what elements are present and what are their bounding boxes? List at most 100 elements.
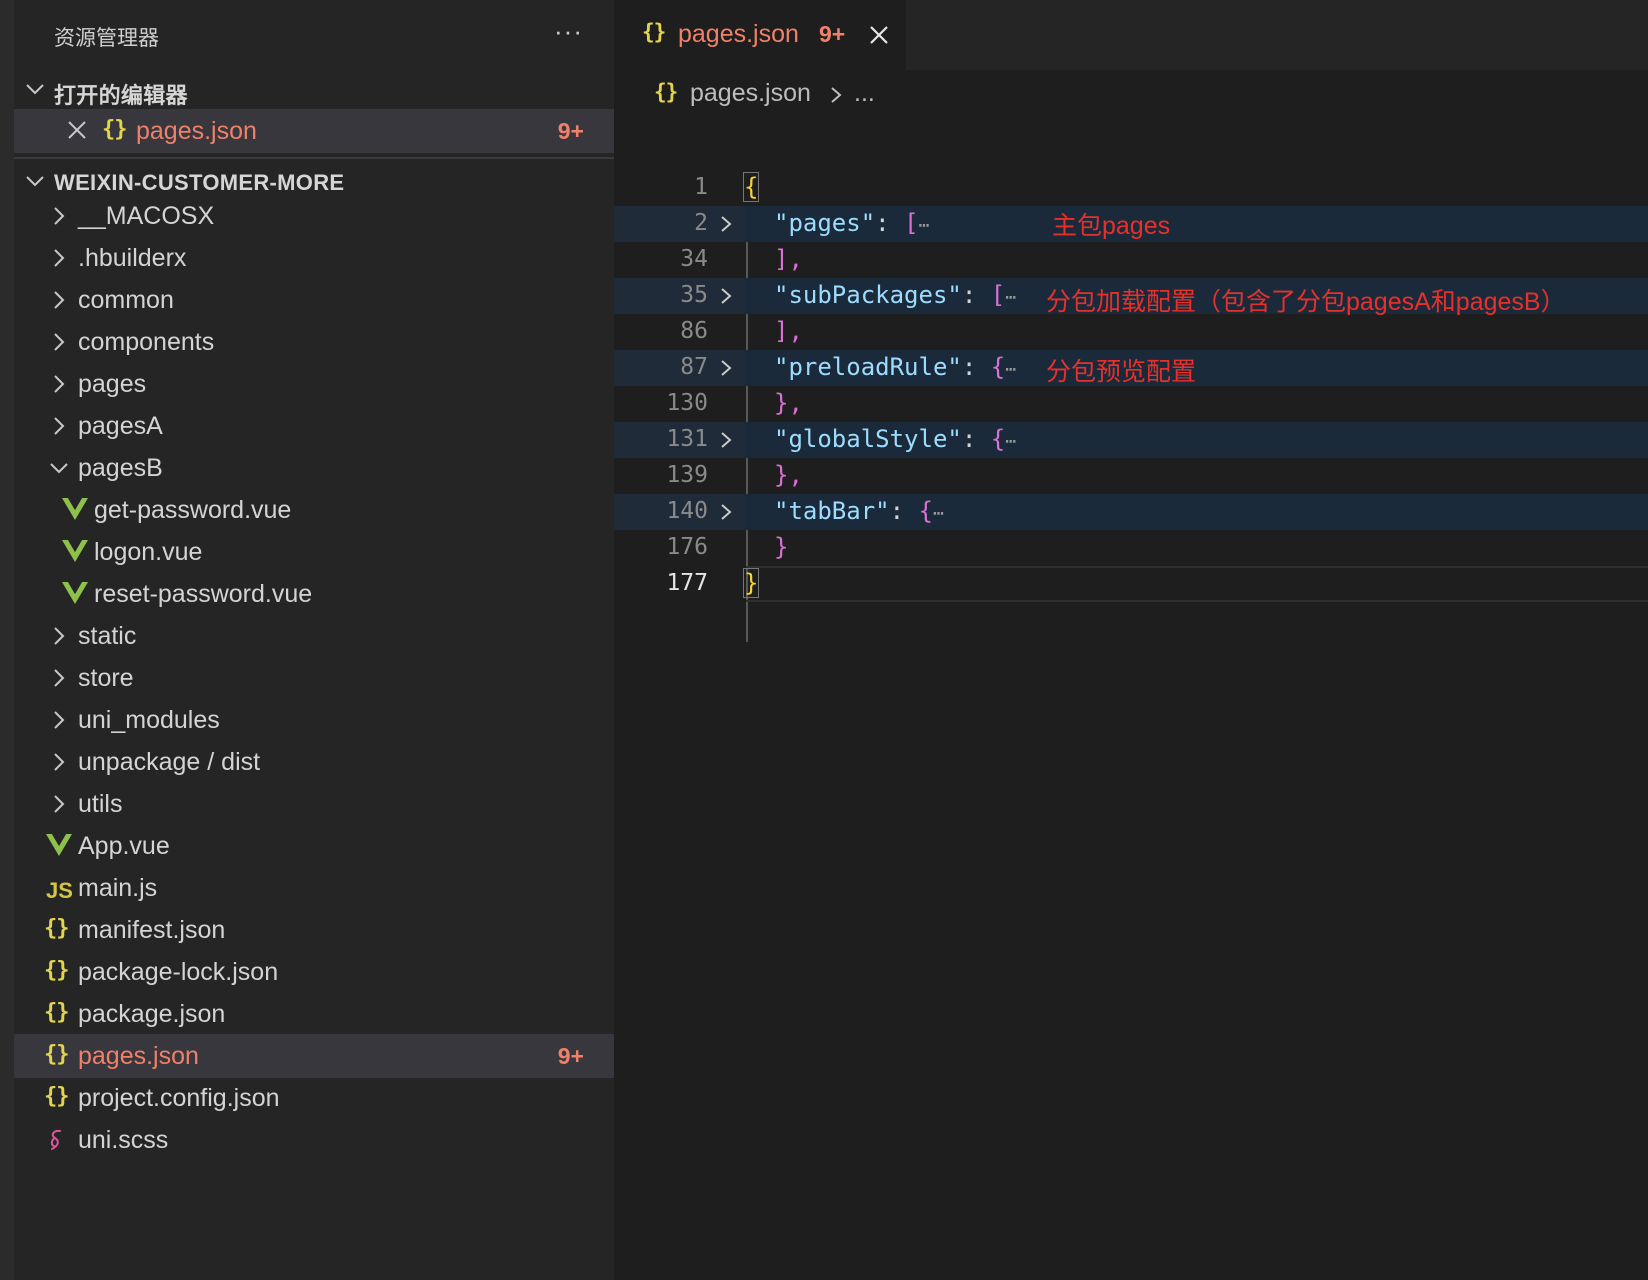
file-item[interactable]: App.vue <box>14 824 614 868</box>
folder-item-expanded[interactable]: pagesB <box>14 446 614 490</box>
folder-item[interactable]: __MACOSX <box>14 194 614 238</box>
vue-icon <box>46 834 72 856</box>
close-icon[interactable] <box>66 119 88 141</box>
open-editors-label: 打开的编辑器 <box>54 83 188 108</box>
file-name: project.config.json <box>78 1084 280 1112</box>
folder-item[interactable]: store <box>14 656 614 700</box>
line-number: 130 <box>666 390 708 416</box>
line-number: 34 <box>680 246 708 272</box>
folder-item[interactable]: common <box>14 278 614 322</box>
json-file-icon: {} <box>44 958 69 983</box>
code-line: 130 }, <box>614 386 1648 422</box>
annotation-text: 分包预览配置 <box>1046 358 1197 386</box>
fold-chevron-icon[interactable] <box>716 430 736 450</box>
javascript-icon: JS <box>46 878 73 903</box>
file-item[interactable]: reset-password.vue <box>14 572 614 616</box>
folder-item[interactable]: utils <box>14 782 614 826</box>
open-editors-section-header[interactable]: 打开的编辑器 <box>14 70 614 110</box>
code-line-current: 177 } <box>614 566 1648 602</box>
code-text: "preloadRule": {⋯ <box>774 353 1017 381</box>
tab-pages-json[interactable]: {} pages.json 9+ <box>614 0 906 70</box>
explorer-sidebar: 资源管理器 ··· 打开的编辑器 {} pages.json 9+ WEIXIN… <box>14 0 614 1280</box>
json-file-icon: {} <box>44 1000 69 1025</box>
folder-item[interactable]: components <box>14 320 614 364</box>
line-number: 2 <box>694 210 708 236</box>
file-item[interactable]: uni.scss <box>14 1118 614 1162</box>
fold-chevron-icon[interactable] <box>716 286 736 306</box>
folder-name: static <box>78 622 137 650</box>
vue-icon <box>62 498 88 520</box>
folder-item[interactable]: static <box>14 614 614 658</box>
chevron-down-icon <box>26 84 44 95</box>
breadcrumb: {} pages.json ... <box>614 70 1648 118</box>
folder-name: common <box>78 286 174 314</box>
file-name: logon.vue <box>94 538 203 566</box>
code-line: 176 } <box>614 530 1648 566</box>
open-editor-item[interactable]: {} pages.json 9+ <box>14 109 614 153</box>
code-line: 86 ], <box>614 314 1648 350</box>
vue-icon <box>62 540 88 562</box>
folder-item[interactable]: pagesA <box>14 404 614 448</box>
file-name: App.vue <box>78 832 170 860</box>
folder-name: pagesA <box>78 412 163 440</box>
chevron-right-icon <box>54 417 65 435</box>
chevron-right-icon <box>54 753 65 771</box>
code-text: "globalStyle": {⋯ <box>774 425 1017 453</box>
line-number: 35 <box>680 282 708 308</box>
file-name: get-password.vue <box>94 496 292 524</box>
explorer-header: 资源管理器 ··· <box>14 0 614 72</box>
folder-item[interactable]: uni_modules <box>14 698 614 742</box>
more-actions-button[interactable]: ··· <box>554 16 583 47</box>
annotation-text: 主包pages <box>1052 212 1171 240</box>
activity-bar-edge <box>0 0 14 1280</box>
file-item[interactable]: {} package.json <box>14 992 614 1036</box>
file-name: package-lock.json <box>78 958 279 986</box>
folder-name: utils <box>78 790 123 818</box>
code-editor[interactable]: 1 { 2 "pages": [⋯ 主包pages 34 ], 35 "subP… <box>614 118 1648 1280</box>
file-name: main.js <box>78 874 158 902</box>
file-item[interactable]: logon.vue <box>14 530 614 574</box>
code-text: } <box>774 533 789 561</box>
chevron-right-icon <box>54 627 65 645</box>
tab-label: pages.json <box>678 20 799 48</box>
file-name: reset-password.vue <box>94 580 313 608</box>
chevron-right-icon <box>54 375 65 393</box>
breadcrumb-file[interactable]: pages.json <box>690 79 811 108</box>
current-line-highlight <box>746 566 1648 602</box>
explorer-title: 资源管理器 <box>54 27 159 50</box>
fold-chevron-icon[interactable] <box>716 214 736 234</box>
line-number: 176 <box>666 534 708 560</box>
folder-item[interactable]: .hbuilderx <box>14 236 614 280</box>
chevron-right-icon <box>54 795 65 813</box>
file-item[interactable]: get-password.vue <box>14 488 614 532</box>
folder-name: __MACOSX <box>78 202 215 230</box>
file-item[interactable]: {} manifest.json <box>14 908 614 952</box>
line-number: 131 <box>666 426 708 452</box>
code-line-folded: 2 "pages": [⋯ 主包pages <box>614 206 1648 242</box>
fold-chevron-icon[interactable] <box>716 502 736 522</box>
folder-item[interactable]: pages <box>14 362 614 406</box>
code-text: }, <box>774 389 803 417</box>
code-line: 34 ], <box>614 242 1648 278</box>
file-item[interactable]: {} project.config.json <box>14 1076 614 1120</box>
fold-chevron-icon[interactable] <box>716 358 736 378</box>
editor-tab-bar: {} pages.json 9+ <box>614 0 1648 70</box>
close-brace: } <box>742 568 760 598</box>
project-name-label: WEIXIN-CUSTOMER-MORE <box>54 170 345 195</box>
json-file-icon: {} <box>44 1042 69 1067</box>
file-item[interactable]: JS main.js <box>14 866 614 910</box>
folder-item[interactable]: unpackage / dist <box>14 740 614 784</box>
breadcrumb-symbols[interactable]: ... <box>854 79 875 108</box>
code-line: 1 { <box>614 170 1648 206</box>
close-icon[interactable] <box>868 24 890 46</box>
file-item-selected[interactable]: {} pages.json 9+ <box>14 1034 614 1078</box>
problems-badge: 9+ <box>557 118 584 144</box>
open-editor-filename: pages.json <box>136 117 257 145</box>
file-item[interactable]: {} package-lock.json <box>14 950 614 994</box>
code-text: ], <box>774 317 803 345</box>
vue-icon <box>62 582 88 604</box>
folder-name: uni_modules <box>78 706 220 734</box>
annotation-text: 分包加载配置（包含了分包pagesA和pagesB） <box>1046 288 1566 316</box>
code-text: "subPackages": [⋯ <box>774 281 1017 309</box>
json-file-icon: {} <box>44 1084 69 1109</box>
